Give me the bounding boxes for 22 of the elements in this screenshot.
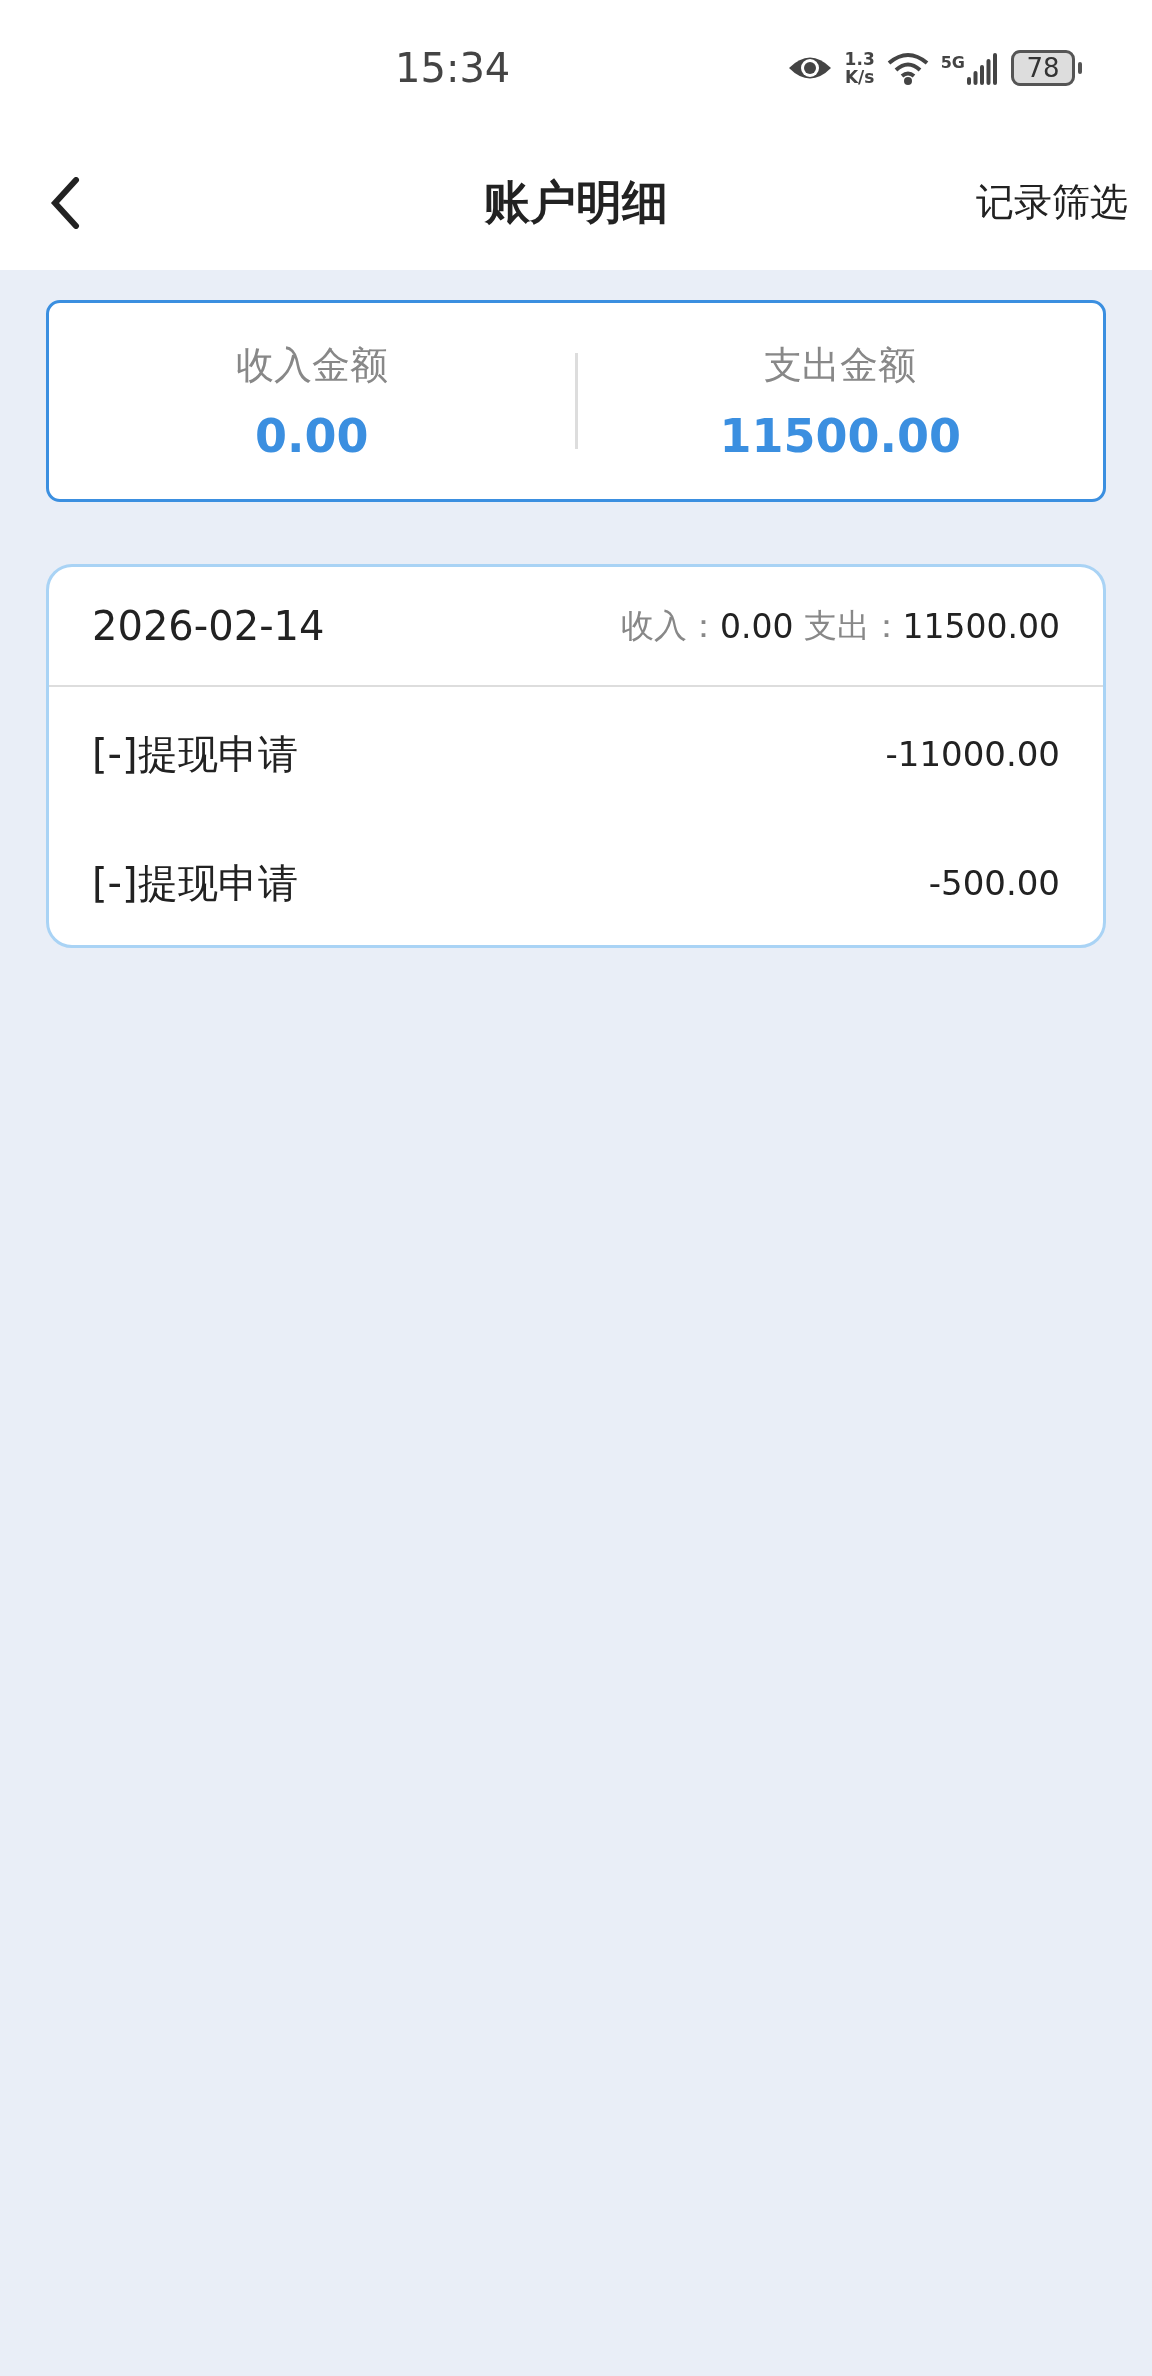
status-time: 15:34 <box>395 44 511 91</box>
summary-label: 支出金额 <box>764 341 917 389</box>
summary-amount: 11500.00 <box>719 408 961 463</box>
income-label: 收入： <box>621 604 721 647</box>
record-amount: -500.00 <box>928 863 1060 903</box>
record-date: 2026-02-14 <box>92 603 326 649</box>
summary-label: 收入金额 <box>235 341 388 389</box>
record-amount: -11000.00 <box>885 734 1060 774</box>
expense-total: 11500.00 <box>902 606 1060 646</box>
income-total: 0.00 <box>720 606 794 646</box>
wifi-icon <box>886 50 929 85</box>
network-speed: 1.3 <box>844 49 875 68</box>
back-icon[interactable] <box>50 177 80 229</box>
record-title: [-]提现申请 <box>92 858 299 908</box>
summary-amount: 0.00 <box>255 408 369 463</box>
network-type: 5G <box>940 52 965 72</box>
page-title: 账户明细 <box>484 173 668 231</box>
record-title: [-]提现申请 <box>92 729 299 779</box>
filter-link[interactable]: 记录筛选 <box>976 177 1128 228</box>
signal-icon <box>967 50 999 85</box>
expense-label: 支出： <box>803 604 903 647</box>
speed-unit: K/s <box>844 67 875 86</box>
